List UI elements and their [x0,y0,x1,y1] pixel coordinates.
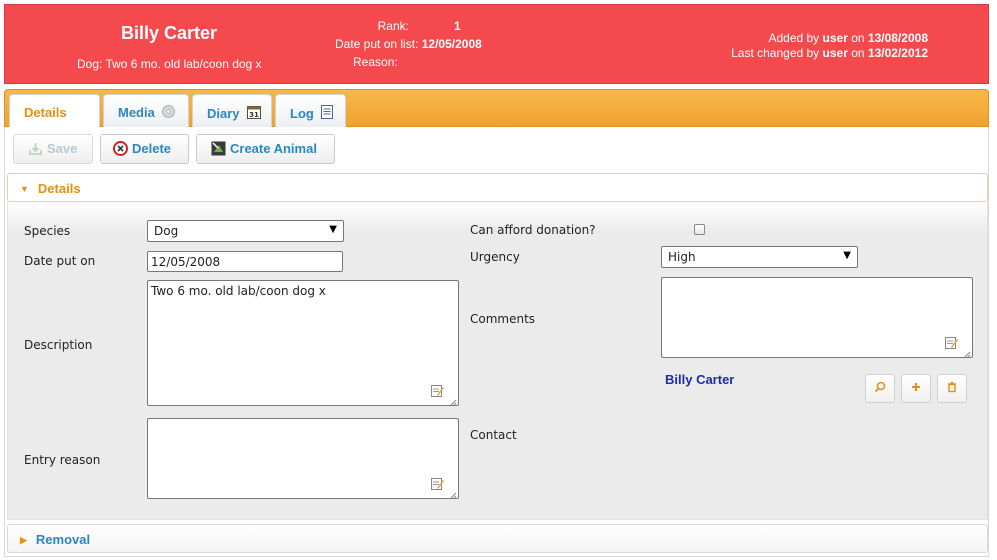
description-text: Two 6 mo. old lab/coon dog x [151,284,326,298]
rank-label: Rank: [377,19,409,33]
contact-add-button[interactable] [901,374,931,403]
added-date: 13/08/2008 [867,31,928,45]
tab-media[interactable]: Media [103,94,189,128]
entry-reason-label: Entry reason [24,453,101,467]
audit-info: Added by user on 13/08/2008 Last changed… [731,31,928,61]
date-put-on-label: Date put on list: [335,37,419,51]
search-icon [874,381,886,396]
contact-search-button[interactable] [865,374,895,403]
rank-value: 1 [454,19,461,33]
delete-button-label: Delete [132,141,172,156]
urgency-selected-value: High [668,250,696,264]
date-put-on-field-label: Date put on [24,254,96,268]
save-icon [28,141,43,156]
added-by-label: Added by [768,31,820,45]
trash-icon [946,381,958,396]
dropdown-arrow-icon: ▼ [329,224,337,235]
date-put-on-value: 12/05/2008 [421,37,482,51]
details-section-title: Details [37,181,81,196]
changed-by-row: Last changed by user on 13/02/2012 [731,46,928,61]
svg-text:31: 31 [249,111,259,119]
urgency-select[interactable]: High ▼ [661,246,858,268]
changed-by-label: Last changed by [731,46,820,60]
tab-details[interactable]: Details [9,94,100,129]
delete-button[interactable]: Delete [100,134,189,164]
removal-section-title: Removal [35,532,91,547]
comments-label: Comments [470,312,536,326]
delete-icon [113,141,128,156]
contact-delete-button[interactable] [937,374,967,403]
edit-pencil-icon[interactable] [431,384,444,397]
tab-log-label: Log [290,106,314,121]
resize-grip-icon[interactable] [449,396,457,407]
details-section-body: Species Dog ▼ Date put on 12/05/2008 Des… [7,202,988,520]
added-on-label: on [851,31,865,45]
document-icon [321,105,334,119]
main-panel: Save Delete Create Animal ▼ Details Speci… [4,127,989,557]
date-put-on-field[interactable]: 12/05/2008 [147,251,343,272]
description-textarea[interactable]: Two 6 mo. old lab/coon dog x [147,280,459,407]
dropdown-arrow-icon: ▼ [843,250,851,261]
tab-diary[interactable]: Diary 31 [192,94,272,128]
save-button-label: Save [47,141,78,156]
edit-pencil-icon[interactable] [945,336,958,349]
entry-reason-textarea[interactable] [147,418,459,500]
date-put-on-row: Date put on list: 12/05/2008 [335,35,495,53]
tab-diary-label: Diary [207,106,240,121]
species-select[interactable]: Dog ▼ [147,220,344,242]
calendar-icon: 31 [247,105,262,119]
collapsed-triangle-icon: ▶ [20,535,27,545]
resize-grip-icon[interactable] [449,489,457,500]
create-animal-icon [211,141,226,156]
donation-label: Can afford donation? [470,223,596,237]
cd-disc-icon [162,105,176,118]
header-name: Billy Carter [121,23,218,43]
create-animal-button[interactable]: Create Animal [196,134,335,164]
contact-label: Contact [470,428,517,442]
resize-grip-icon[interactable] [963,348,971,359]
donation-checkbox[interactable] [694,224,705,235]
create-animal-button-label: Create Animal [230,141,317,156]
changed-by-user: user [822,46,848,60]
reason-label: Reason: [353,55,398,69]
species-selected-value: Dog [154,224,179,238]
contact-person-link[interactable]: Billy Carter [665,372,734,387]
tab-details-label: Details [24,105,67,120]
save-button[interactable]: Save [13,134,93,164]
plus-icon [910,382,922,396]
added-by-row: Added by user on 13/08/2008 [731,31,928,46]
header-subtitle: Dog: Two 6 mo. old lab/coon dog x [77,57,262,71]
tab-bar: Details Media Diary 31 Log [4,89,989,129]
details-section-header[interactable]: ▼ Details [7,173,988,202]
changed-date: 13/02/2012 [867,46,928,60]
changed-on-label: on [851,46,865,60]
expanded-triangle-icon: ▼ [20,184,29,194]
edit-pencil-icon[interactable] [431,477,444,490]
description-label: Description [24,338,93,352]
urgency-label: Urgency [470,250,520,264]
added-by-user: user [822,31,848,45]
tab-media-label: Media [118,105,155,120]
date-put-on-field-value: 12/05/2008 [151,255,221,269]
removal-section-header[interactable]: ▶ Removal [7,524,988,553]
comments-textarea[interactable] [661,277,973,359]
tab-log[interactable]: Log [275,94,346,128]
record-header: Billy Carter Dog: Two 6 mo. old lab/coon… [4,4,989,84]
species-label: Species [24,224,71,238]
